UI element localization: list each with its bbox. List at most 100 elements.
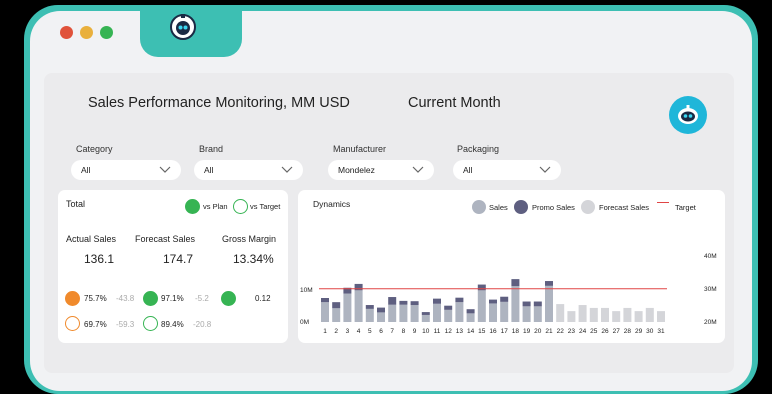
sales-bar: [433, 303, 441, 322]
forecast-bar: [589, 307, 598, 322]
target-status-icon: [143, 316, 158, 331]
x-tick-label: 31: [657, 328, 665, 335]
category-value: All: [81, 165, 91, 175]
metric-label-gross-margin: Gross Margin: [222, 234, 277, 244]
chevron-down-icon: [539, 166, 551, 173]
category-select[interactable]: All: [71, 160, 181, 180]
packaging-value: All: [463, 165, 473, 175]
sales-bar: [489, 303, 497, 322]
sales-bar: [365, 308, 374, 322]
target-delta: -59.3: [116, 320, 135, 329]
right-axis-tick: 40M: [704, 253, 717, 260]
x-tick-label: 12: [445, 328, 453, 335]
right-axis-tick: 30M: [704, 286, 717, 293]
x-tick-label: 25: [590, 328, 598, 335]
x-tick-label: 19: [523, 328, 531, 335]
plan-delta: -5.2: [195, 294, 209, 303]
legend-target-line: [657, 202, 669, 203]
forecast-bar: [623, 307, 632, 322]
sales-bar: [421, 314, 430, 322]
minimize-dot[interactable]: [80, 26, 93, 39]
sales-bar: [399, 304, 408, 322]
x-tick-label: 27: [613, 328, 621, 335]
promo-bar: [433, 298, 441, 304]
promo-bar: [332, 302, 341, 309]
period-label: Current Month: [408, 95, 501, 111]
x-tick-label: 20: [534, 328, 542, 335]
metric-label-actual-sales: Actual Sales: [66, 234, 117, 244]
x-tick-label: 14: [467, 328, 475, 335]
sales-bar: [444, 309, 453, 322]
x-tick-label: 5: [368, 328, 372, 335]
filter-label-manufacturer: Manufacturer: [333, 144, 387, 154]
x-tick-label: 6: [379, 328, 383, 335]
robot-logo-icon: [170, 14, 196, 40]
promo-bar: [444, 305, 453, 310]
forecast-bar: [634, 311, 643, 322]
x-tick-label: 21: [545, 328, 553, 335]
forecast-bar: [556, 304, 565, 322]
dynamics-chart: 1 2 3 4 5 6 7 8 9 10 11 12 13 14 15 16 17 18 19 20 21 22 23 24 2…: [300, 253, 717, 335]
sales-bar: [354, 290, 363, 322]
brand-value: All: [204, 165, 214, 175]
x-tick-label: 17: [501, 328, 509, 335]
target-delta: -20.8: [193, 320, 212, 329]
packaging-select[interactable]: All: [453, 160, 561, 180]
promo-bar: [489, 299, 497, 304]
promo-bar: [466, 309, 475, 314]
x-tick-label: 1: [323, 328, 327, 335]
x-tick-label: 28: [624, 328, 632, 335]
sales-bar: [477, 290, 486, 322]
left-axis-tick: 10M: [300, 287, 313, 294]
plan-status-icon: [65, 291, 80, 306]
sales-bar: [545, 285, 553, 322]
metric-label-forecast-sales: Forecast Sales: [135, 234, 196, 244]
forecast-bar: [567, 311, 576, 322]
x-tick-label: 10: [422, 328, 430, 335]
sales-bar: [511, 286, 520, 322]
target-pct: 89.4%: [161, 320, 184, 329]
manufacturer-select[interactable]: Mondelez: [328, 160, 434, 180]
x-tick-label: 13: [456, 328, 464, 335]
forecast-bar: [612, 311, 621, 322]
promo-bar: [455, 297, 464, 303]
plan-status-icon: [143, 291, 158, 306]
vs-target-label: vs Target: [250, 202, 281, 211]
promo-bar: [321, 298, 329, 303]
target-pct: 69.7%: [84, 320, 107, 329]
sales-bar: [522, 306, 531, 322]
x-tick-label: 9: [413, 328, 417, 335]
sales-bar: [466, 313, 475, 322]
x-tick-label: 11: [434, 328, 441, 335]
maximize-dot[interactable]: [100, 26, 113, 39]
sales-bar: [410, 305, 419, 322]
promo-bar: [354, 283, 363, 291]
plan-pct: 97.1%: [161, 294, 184, 303]
promo-bar: [511, 279, 520, 287]
plan-delta: 0.12: [255, 294, 271, 303]
x-tick-label: 3: [346, 328, 350, 335]
chart-title: Dynamics: [313, 199, 351, 209]
plan-status-icon: [221, 291, 236, 306]
promo-bar: [477, 284, 486, 291]
legend-sales-swatch: [472, 200, 486, 214]
forecast-bar: [601, 307, 609, 322]
close-dot[interactable]: [60, 26, 73, 39]
forecast-bar: [657, 311, 665, 322]
promo-bar: [365, 305, 374, 309]
left-axis-tick: 0M: [300, 319, 309, 326]
legend-forecast-swatch: [581, 200, 595, 214]
legend-target-label: Target: [675, 203, 696, 212]
robot-avatar-icon: [678, 105, 698, 124]
promo-bar: [500, 296, 509, 302]
plan-pct: 75.7%: [84, 294, 107, 303]
x-tick-label: 7: [390, 328, 394, 335]
sales-bar: [321, 302, 329, 322]
promo-bar: [545, 281, 553, 286]
x-tick-label: 8: [402, 328, 406, 335]
avatar[interactable]: [669, 96, 707, 134]
chevron-down-icon: [281, 166, 293, 173]
brand-select[interactable]: All: [194, 160, 303, 180]
x-tick-label: 24: [579, 328, 587, 335]
promo-bar: [533, 301, 542, 307]
